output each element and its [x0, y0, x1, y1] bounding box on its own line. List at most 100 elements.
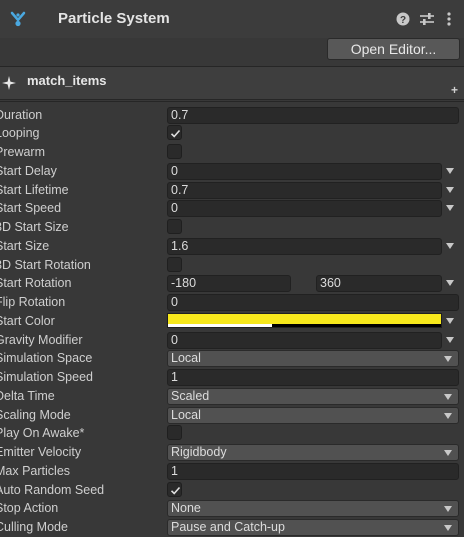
simulation-space-label: Simulation Space [0, 351, 93, 365]
culling-mode-dropdown[interactable]: Pause and Catch-up [167, 519, 459, 536]
gravity-modifier-label: Gravity Modifier [0, 333, 83, 347]
play-on-awake-checkbox[interactable] [167, 425, 182, 440]
gravity-modifier-mode-dropdown[interactable] [446, 337, 454, 343]
emitter-velocity-label: Emitter Velocity [0, 445, 82, 459]
three-d-start-rotation-checkbox[interactable] [167, 257, 182, 272]
row-3d-start-size: 3D Start Size [0, 219, 464, 237]
emitter-velocity-dropdown[interactable]: Rigidbody [167, 444, 459, 461]
start-rotation-label: Start Rotation [0, 276, 72, 290]
checkmark-icon [170, 129, 181, 138]
row-start-speed: Start Speed 0 [0, 200, 464, 218]
simulation-space-value: Local [171, 351, 201, 365]
row-prewarm: Prewarm [0, 144, 464, 162]
simulation-speed-label: Simulation Speed [0, 370, 93, 384]
row-gravity-modifier: Gravity Modifier 0 [0, 332, 464, 350]
culling-mode-label: Culling Mode [0, 520, 68, 534]
checkmark-icon [170, 486, 181, 495]
module-divider [0, 101, 464, 102]
row-simulation-space: Simulation Space Local [0, 350, 464, 368]
start-speed-label: Start Speed [0, 201, 62, 215]
stop-action-value: None [171, 501, 201, 515]
flip-rotation-field[interactable]: 0 [167, 294, 459, 311]
start-speed-field[interactable]: 0 [167, 200, 442, 217]
emitter-velocity-value: Rigidbody [171, 445, 227, 459]
start-speed-mode-dropdown[interactable] [446, 205, 454, 211]
culling-mode-value: Pause and Catch-up [171, 520, 285, 534]
stop-action-dropdown[interactable]: None [167, 500, 459, 517]
start-lifetime-mode-dropdown[interactable] [446, 187, 454, 193]
start-color-alpha-fill [168, 324, 272, 327]
particle-system-icon [8, 9, 28, 29]
stop-action-label: Stop Action [0, 501, 59, 515]
start-color-swatch[interactable] [167, 313, 442, 328]
prewarm-checkbox[interactable] [167, 144, 182, 159]
start-size-field[interactable]: 1.6 [167, 238, 442, 255]
flip-rotation-label: Flip Rotation [0, 295, 66, 309]
row-start-lifetime: Start Lifetime 0.7 [0, 182, 464, 200]
start-color-label: Start Color [0, 314, 55, 328]
start-delay-field[interactable]: 0 [167, 163, 442, 180]
presets-icon[interactable] [418, 11, 436, 27]
three-d-start-size-checkbox[interactable] [167, 219, 182, 234]
three-d-start-rotation-label: 3D Start Rotation [0, 258, 91, 272]
start-lifetime-field[interactable]: 0.7 [167, 182, 442, 199]
row-looping: Looping [0, 125, 464, 143]
chevron-down-icon [444, 450, 452, 456]
chevron-down-icon [444, 394, 452, 400]
row-start-size: Start Size 1.6 [0, 238, 464, 256]
simulation-speed-field[interactable]: 1 [167, 369, 459, 386]
row-delta-time: Delta Time Scaled [0, 388, 464, 406]
chevron-down-icon [444, 506, 452, 512]
start-lifetime-label: Start Lifetime [0, 183, 69, 197]
module-header[interactable]: match_items + [0, 66, 464, 100]
prewarm-label: Prewarm [0, 145, 46, 159]
auto-random-seed-checkbox[interactable] [167, 482, 182, 497]
component-title: Particle System [58, 10, 170, 27]
start-delay-mode-dropdown[interactable] [446, 168, 454, 174]
gravity-modifier-field[interactable]: 0 [167, 332, 442, 349]
simulation-space-dropdown[interactable]: Local [167, 350, 459, 367]
duration-field[interactable]: 0.7 [167, 107, 459, 124]
row-start-delay: Start Delay 0 [0, 163, 464, 181]
kebab-menu-icon[interactable] [444, 11, 454, 27]
chevron-down-icon [444, 356, 452, 362]
start-delay-label: Start Delay [0, 164, 57, 178]
row-3d-start-rotation: 3D Start Rotation [0, 257, 464, 275]
add-module-icon[interactable]: + [451, 83, 458, 97]
row-culling-mode: Culling Mode Pause and Catch-up [0, 519, 464, 537]
delta-time-value: Scaled [171, 389, 210, 403]
max-particles-field[interactable]: 1 [167, 463, 459, 480]
row-duration: Duration 0.7 [0, 107, 464, 125]
start-rotation-min-field[interactable]: -180 [167, 275, 291, 292]
row-flip-rotation: Flip Rotation 0 [0, 294, 464, 312]
looping-label: Looping [0, 126, 40, 140]
row-emitter-velocity: Emitter Velocity Rigidbody [0, 444, 464, 462]
start-rotation-max-field[interactable]: 360 [316, 275, 442, 292]
row-simulation-speed: Simulation Speed 1 [0, 369, 464, 387]
open-editor-button[interactable]: Open Editor... [327, 38, 460, 60]
svg-text:?: ? [400, 15, 406, 26]
row-max-particles: Max Particles 1 [0, 463, 464, 481]
looping-checkbox[interactable] [167, 125, 182, 140]
start-size-mode-dropdown[interactable] [446, 243, 454, 249]
row-start-color: Start Color [0, 313, 464, 331]
max-particles-label: Max Particles [0, 464, 71, 478]
three-d-start-size-label: 3D Start Size [0, 220, 69, 234]
auto-random-seed-label: Auto Random Seed [0, 483, 105, 497]
scaling-mode-value: Local [171, 408, 201, 422]
row-stop-action: Stop Action None [0, 500, 464, 518]
help-icon[interactable]: ? [395, 11, 411, 27]
scaling-mode-dropdown[interactable]: Local [167, 407, 459, 424]
row-start-rotation: Start Rotation -180 360 [0, 275, 464, 293]
delta-time-label: Delta Time [0, 389, 55, 403]
chevron-down-icon [444, 413, 452, 419]
start-rotation-mode-dropdown[interactable] [446, 280, 454, 286]
start-color-mode-dropdown[interactable] [446, 318, 454, 324]
scaling-mode-label: Scaling Mode [0, 408, 71, 422]
row-auto-random-seed: Auto Random Seed [0, 482, 464, 500]
delta-time-dropdown[interactable]: Scaled [167, 388, 459, 405]
module-title: match_items [27, 73, 107, 88]
component-header: Particle System ? [0, 0, 464, 38]
row-scaling-mode: Scaling Mode Local [0, 407, 464, 425]
sparkle-icon [2, 76, 16, 90]
